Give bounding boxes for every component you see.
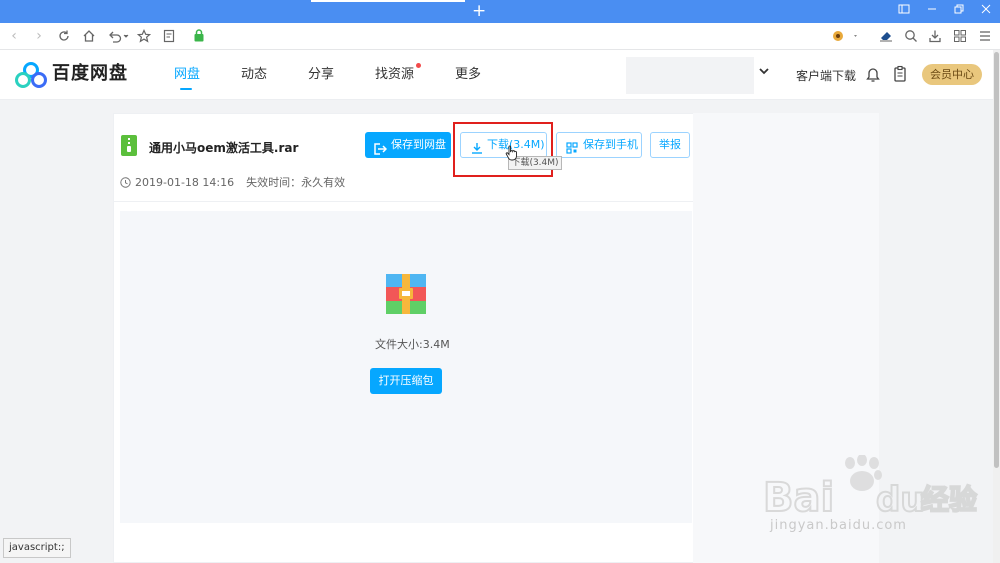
apps-icon[interactable] (951, 27, 969, 45)
save-to-phone-button[interactable]: 保存到手机 (556, 132, 642, 158)
file-preview-area (120, 211, 692, 523)
nav-item-activity[interactable]: 动态 (241, 66, 267, 84)
browser-titlebar (0, 0, 1000, 23)
search-icon[interactable] (902, 27, 920, 45)
refresh-icon[interactable] (55, 27, 73, 45)
nav-item-find-resources[interactable]: 找资源 (375, 66, 414, 84)
eraser-icon[interactable] (877, 27, 895, 45)
divider (113, 201, 693, 202)
minimize-icon[interactable] (923, 3, 941, 19)
download-icon[interactable] (926, 27, 944, 45)
baidu-netdisk-logo-icon[interactable] (15, 61, 47, 89)
star-icon[interactable] (135, 27, 153, 45)
open-archive-button[interactable]: 打开压缩包 (370, 368, 442, 394)
save-to-netdisk-label: 保存到网盘 (391, 138, 446, 151)
nav-active-indicator (180, 88, 192, 90)
hand-cursor-icon (505, 145, 518, 161)
browser-tab-active[interactable] (311, 0, 465, 23)
svg-text:经验: 经验 (921, 483, 977, 516)
header-search-box[interactable] (626, 57, 754, 94)
close-icon[interactable] (977, 3, 995, 19)
nav-item-more[interactable]: 更多 (455, 66, 481, 84)
svg-text:du: du (876, 480, 925, 517)
notification-dot (416, 63, 421, 68)
chevron-down-icon[interactable] (758, 66, 770, 79)
bell-icon[interactable] (865, 65, 881, 83)
sidebar-icon[interactable] (895, 3, 913, 19)
back-icon[interactable]: ‹ (5, 27, 23, 45)
file-name: 通用小马oem激活工具.rar (149, 141, 299, 155)
vip-center-button[interactable]: 会员中心 (922, 64, 982, 85)
reader-icon[interactable] (160, 27, 178, 45)
save-to-phone-label: 保存到手机 (583, 138, 638, 151)
undo-icon[interactable] (105, 27, 131, 45)
new-tab-button[interactable]: + (472, 1, 486, 21)
menu-icon[interactable] (976, 27, 994, 45)
browser-toolbar: ‹ › (0, 23, 1000, 50)
home-icon[interactable] (80, 27, 98, 45)
share-date: 2019-01-18 14:16 (135, 176, 235, 189)
save-to-netdisk-button[interactable]: 保存到网盘 (365, 132, 451, 158)
archive-icon (386, 274, 426, 314)
forward-icon[interactable]: › (30, 27, 48, 45)
watermark-url: jingyan.baidu.com (770, 518, 907, 533)
lock-icon (194, 29, 204, 43)
rar-file-icon (121, 135, 137, 156)
clock-icon (120, 177, 131, 192)
site-header: 百度网盘 网盘 动态 分享 找资源 更多 客户端下载 会员中心 (0, 50, 993, 100)
page-scrollbar-thumb[interactable] (994, 52, 999, 468)
restore-icon[interactable] (950, 3, 968, 19)
clipboard-icon[interactable] (892, 65, 908, 83)
file-size-text: 文件大小:3.4M (375, 338, 450, 351)
browser-status-bar: javascript:; (3, 538, 71, 558)
extension-icon[interactable] (830, 27, 860, 45)
file-meta: 2019-01-18 14:16 失效时间：永久有效 (120, 176, 345, 192)
logo-text[interactable]: 百度网盘 (52, 62, 128, 86)
client-download-link[interactable]: 客户端下载 (796, 67, 856, 84)
nav-item-share[interactable]: 分享 (308, 66, 334, 84)
address-bar[interactable] (186, 26, 806, 46)
expiry-text: 失效时间：永久有效 (246, 176, 346, 189)
nav-item-netdisk[interactable]: 网盘 (174, 66, 200, 84)
save-icon (374, 139, 388, 155)
qr-code-icon (566, 139, 578, 154)
svg-text:Bai: Bai (763, 475, 834, 517)
report-button[interactable]: 举报 (650, 132, 690, 158)
